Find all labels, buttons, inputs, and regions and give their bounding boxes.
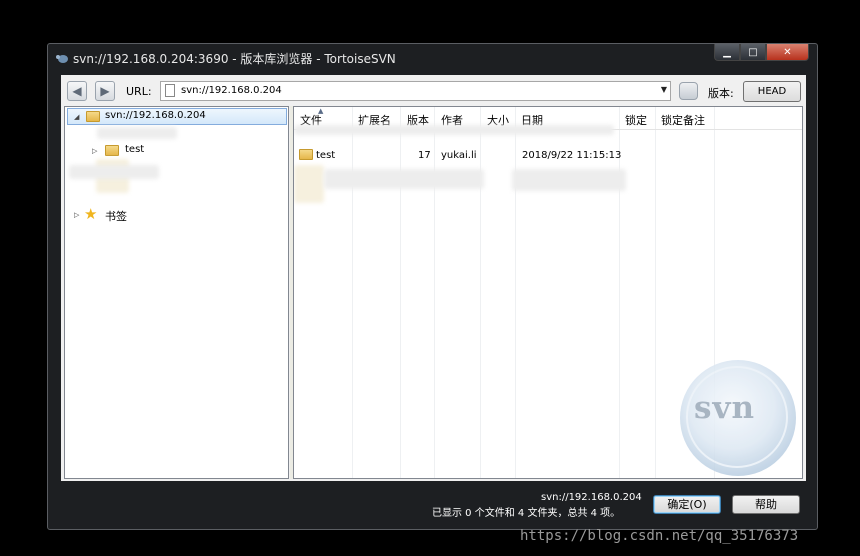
expanded-triangle-icon[interactable]: ◢ bbox=[74, 113, 79, 121]
row-author: yukai.li bbox=[441, 150, 477, 161]
blurred-area bbox=[512, 169, 626, 191]
blurred-area bbox=[324, 169, 484, 189]
help-button[interactable]: 帮助 bbox=[732, 495, 800, 514]
forward-button[interactable]: ▶ bbox=[95, 81, 115, 101]
file-list[interactable]: 文件 ▲ 扩展名 版本 作者 大小 日期 锁定 锁定备注 test 17 yuk… bbox=[293, 106, 803, 479]
tree-item-test[interactable]: ▷ test bbox=[65, 143, 265, 160]
table-row[interactable]: test 17 yukai.li 2018/9/22 11:15:13 bbox=[294, 147, 802, 165]
arrow-right-icon: ▶ bbox=[100, 84, 110, 98]
tree-item-label: 书签 bbox=[105, 210, 127, 223]
revision-label: 版本: bbox=[708, 87, 734, 100]
tortoisesvn-icon bbox=[56, 55, 68, 63]
chevron-down-icon[interactable]: ▼ bbox=[661, 85, 667, 94]
watermark: https://blog.csdn.net/qq_35176373 bbox=[520, 528, 799, 544]
close-button[interactable]: ✕ bbox=[766, 44, 809, 61]
blurred-area bbox=[294, 165, 324, 203]
window-title: svn://192.168.0.204:3690 - 版本库浏览器 - Tort… bbox=[73, 52, 396, 66]
url-combobox[interactable]: svn://192.168.0.204 ▼ bbox=[160, 81, 671, 101]
column-header-lock[interactable]: 锁定 bbox=[625, 112, 647, 128]
url-go-button[interactable] bbox=[679, 82, 698, 100]
back-button[interactable]: ◀ bbox=[67, 81, 87, 101]
revision-button[interactable]: HEAD bbox=[743, 81, 801, 102]
row-date: 2018/9/22 11:15:13 bbox=[522, 150, 622, 161]
title-bar[interactable]: svn://192.168.0.204:3690 - 版本库浏览器 - Tort… bbox=[48, 44, 817, 72]
document-icon bbox=[165, 84, 175, 97]
ok-button[interactable]: 确定(O) bbox=[653, 495, 721, 514]
tree-item-bookmarks[interactable]: ▷ ★ 书签 bbox=[65, 205, 265, 224]
minimize-button[interactable]: ▁ bbox=[714, 44, 740, 61]
tree-item-root[interactable]: ◢ svn://192.168.0.204 bbox=[67, 108, 287, 125]
row-revision: 17 bbox=[418, 150, 431, 161]
star-icon: ★ bbox=[84, 205, 98, 223]
status-url: svn://192.168.0.204 bbox=[541, 492, 642, 503]
collapsed-triangle-icon[interactable]: ▷ bbox=[74, 211, 79, 219]
tree-item-label: svn://192.168.0.204 bbox=[105, 110, 206, 121]
collapsed-triangle-icon[interactable]: ▷ bbox=[92, 147, 97, 155]
maximize-button[interactable]: □ bbox=[740, 44, 766, 61]
dialog-client-area: ◀ ▶ URL: svn://192.168.0.204 ▼ 版本: HEAD … bbox=[61, 75, 806, 481]
arrow-left-icon: ◀ bbox=[72, 84, 82, 98]
repo-browser-window: svn://192.168.0.204:3690 - 版本库浏览器 - Tort… bbox=[47, 43, 818, 530]
svn-logo: svn bbox=[680, 360, 796, 476]
blurred-area bbox=[69, 165, 159, 179]
column-header-lock-comment[interactable]: 锁定备注 bbox=[661, 112, 705, 128]
tree-item-label: test bbox=[125, 144, 145, 155]
blurred-area bbox=[294, 125, 614, 135]
blurred-area bbox=[97, 127, 177, 139]
url-label: URL: bbox=[126, 85, 152, 98]
folder-icon bbox=[299, 149, 313, 160]
sort-up-icon: ▲ bbox=[318, 107, 324, 115]
url-value: svn://192.168.0.204 bbox=[181, 85, 282, 96]
folder-icon bbox=[105, 145, 119, 156]
svn-logo-text: svn bbox=[694, 390, 756, 426]
toolbar: ◀ ▶ URL: svn://192.168.0.204 ▼ 版本: HEAD bbox=[61, 75, 806, 105]
folder-icon bbox=[86, 111, 100, 122]
row-name: test bbox=[316, 150, 336, 161]
status-summary: 已显示 0 个文件和 4 文件夹，总共 4 项。 bbox=[432, 508, 621, 519]
repository-tree[interactable]: ◢ svn://192.168.0.204 ▷ test ▷ ★ 书签 bbox=[64, 106, 289, 479]
